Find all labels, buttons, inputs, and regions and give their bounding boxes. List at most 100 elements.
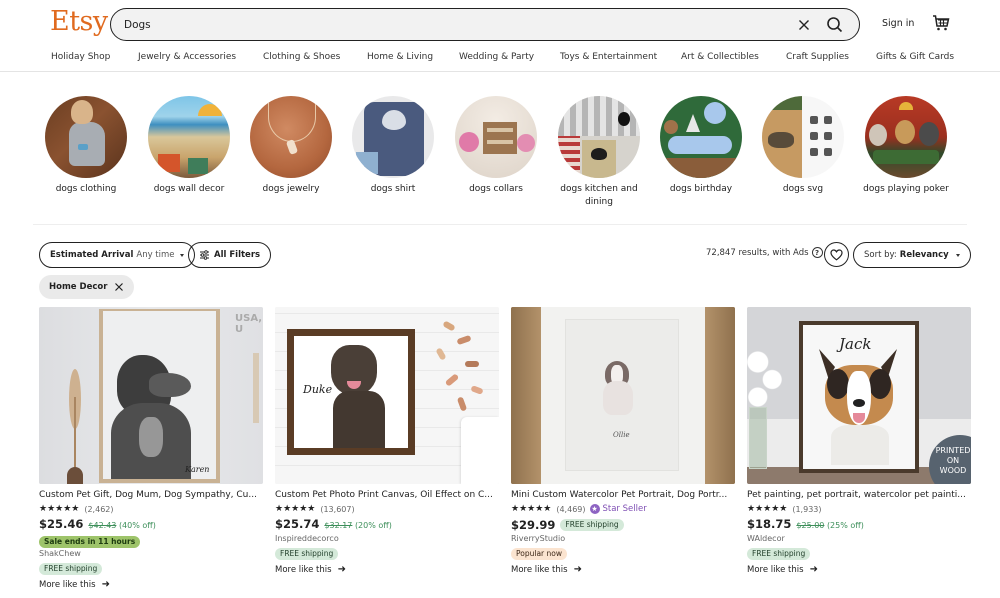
- more-like-this-link[interactable]: More like this ➜: [511, 564, 735, 575]
- search-bar: [110, 8, 860, 41]
- sign-in-link[interactable]: Sign in: [882, 18, 914, 29]
- shop-name[interactable]: ShakChew: [39, 549, 263, 560]
- original-price-discount: $32.17 (20% off): [324, 521, 392, 530]
- nav-jewelry-accessories[interactable]: Jewelry & Accessories: [138, 52, 236, 62]
- category-dogs-collars[interactable]: dogs collars: [444, 96, 548, 196]
- product-card[interactable]: Jack PRINTED ON WOOD Pet painting, pet p…: [747, 307, 971, 575]
- nav-home-living[interactable]: Home & Living: [367, 52, 433, 62]
- product-rating: ★★★★★ (2,462): [39, 503, 263, 515]
- nav-toys-entertainment[interactable]: Toys & Entertainment: [560, 52, 657, 62]
- product-rating: ★★★★★ (4,469) ★ Star Seller: [511, 503, 735, 515]
- cart-icon[interactable]: [932, 14, 950, 32]
- all-filters-label: All Filters: [214, 250, 261, 260]
- category-label: dogs jewelry: [262, 184, 320, 194]
- more-like-this-link[interactable]: More like this ➜: [747, 564, 971, 575]
- product-card[interactable]: Ollie Mini Custom Watercolor Pet Portrai…: [511, 307, 735, 575]
- category-dogs-shirt[interactable]: dogs shirt: [341, 96, 445, 196]
- popular-now-badge: Popular now: [511, 547, 567, 560]
- category-label: dogs kitchen and dining: [560, 184, 638, 207]
- category-label: dogs collars: [469, 184, 523, 194]
- search-icon[interactable]: [824, 14, 846, 36]
- category-image: [250, 96, 332, 178]
- star-seller-badge: ★ Star Seller: [589, 504, 647, 514]
- category-label: dogs wall decor: [153, 184, 225, 194]
- product-card[interactable]: Duke Custom Pet Photo Print Canvas, Oil …: [275, 307, 499, 575]
- free-shipping-badge: FREE shipping: [560, 519, 624, 531]
- active-filter-chip[interactable]: Home Decor: [39, 275, 135, 299]
- star-seller-label: Star Seller: [602, 504, 647, 514]
- price-row: $18.75 $25.00 (25% off): [747, 517, 971, 533]
- review-count: (2,462): [84, 504, 114, 514]
- category-label: dogs clothing: [55, 184, 117, 194]
- search-input[interactable]: [124, 16, 764, 34]
- product-title[interactable]: Pet painting, pet portrait, watercolor p…: [747, 489, 971, 501]
- nav-gifts-gift-cards[interactable]: Gifts & Gift Cards: [876, 52, 954, 62]
- product-title[interactable]: Custom Pet Gift, Dog Mum, Dog Sympathy, …: [39, 489, 263, 501]
- etsy-logo[interactable]: Etsy: [50, 6, 108, 37]
- nav-wedding-party[interactable]: Wedding & Party: [459, 52, 534, 62]
- product-title[interactable]: Custom Pet Photo Print Canvas, Oil Effec…: [275, 489, 499, 501]
- nav-clothing-shoes[interactable]: Clothing & Shoes: [263, 52, 340, 62]
- category-dogs-svg[interactable]: dogs svg: [751, 96, 855, 196]
- site-header: Etsy Sign in Holiday Shop Jewelry & Acce…: [0, 0, 1000, 72]
- star-rating-icon: ★★★★★: [511, 504, 552, 514]
- arrow-right-icon: ➜: [101, 579, 110, 590]
- remove-filter-icon[interactable]: [114, 282, 124, 292]
- product-title[interactable]: Mini Custom Watercolor Pet Portrait, Dog…: [511, 489, 735, 501]
- price-row: $25.74 $32.17 (20% off): [275, 517, 499, 533]
- all-filters-button[interactable]: All Filters: [188, 242, 272, 268]
- arrival-value: Any time: [136, 250, 175, 260]
- price-row: $25.46 $42.43 (40% off): [39, 517, 263, 533]
- star-rating-icon: ★★★★★: [39, 504, 80, 514]
- free-shipping-badge: FREE shipping: [39, 562, 103, 575]
- category-label: dogs playing poker: [863, 184, 949, 194]
- heart-icon: [830, 248, 843, 261]
- product-image[interactable]: Jack PRINTED ON WOOD: [747, 307, 971, 484]
- caret-down-icon: [179, 253, 184, 257]
- sort-dropdown[interactable]: Sort by: Relevancy: [853, 242, 971, 268]
- discount-percent: (20% off): [354, 521, 392, 530]
- product-price: $18.75: [747, 517, 792, 531]
- help-icon[interactable]: ?: [811, 247, 823, 258]
- close-icon[interactable]: [795, 16, 813, 34]
- product-image[interactable]: Karen USA, U: [39, 307, 263, 484]
- category-dogs-birthday[interactable]: dogs birthday: [649, 96, 753, 196]
- product-image[interactable]: Duke: [275, 307, 499, 484]
- nav-art-collectibles[interactable]: Art & Collectibles: [681, 52, 759, 62]
- more-like-this-label: More like this: [747, 564, 804, 575]
- category-image: [148, 96, 230, 178]
- discount-percent: (40% off): [118, 521, 156, 530]
- category-dogs-jewelry[interactable]: dogs jewelry: [239, 96, 343, 196]
- arrival-label: Estimated Arrival: [50, 250, 134, 260]
- original-price: $42.43: [88, 521, 117, 530]
- shop-name[interactable]: RiverryStudio: [511, 534, 735, 545]
- more-like-this-link[interactable]: More like this ➜: [275, 564, 499, 575]
- arrow-right-icon: ➜: [337, 564, 346, 575]
- more-like-this-link[interactable]: More like this ➜: [39, 579, 263, 590]
- review-count: (1,933): [792, 504, 822, 514]
- review-count: (4,469): [556, 504, 586, 514]
- estimated-arrival-dropdown[interactable]: Estimated Arrival Any time: [39, 242, 195, 268]
- product-price: $25.74: [275, 517, 320, 531]
- favorite-search-button[interactable]: [824, 242, 849, 267]
- product-card[interactable]: Karen USA, U Custom Pet Gift, Dog Mum, D…: [39, 307, 263, 590]
- sort-prefix: Sort by:: [864, 250, 897, 260]
- shop-name[interactable]: WAldecor: [747, 534, 971, 545]
- star-rating-icon: ★★★★★: [747, 504, 788, 514]
- more-like-this-label: More like this: [39, 579, 96, 590]
- category-dogs-playing-poker[interactable]: dogs playing poker: [854, 96, 958, 196]
- product-image[interactable]: Ollie: [511, 307, 735, 484]
- caret-down-icon: [955, 253, 960, 257]
- more-like-this-label: More like this: [275, 564, 332, 575]
- nav-craft-supplies[interactable]: Craft Supplies: [786, 52, 849, 62]
- shop-name[interactable]: Inspireddecorco: [275, 534, 499, 545]
- category-dogs-kitchen-dining[interactable]: dogs kitchen and dining: [547, 96, 651, 209]
- portrait-name: Ollie: [613, 431, 630, 439]
- category-label: dogs birthday: [669, 184, 733, 194]
- nav-holiday-shop[interactable]: Holiday Shop: [51, 52, 110, 62]
- category-label: dogs svg: [782, 184, 824, 194]
- category-image: [762, 96, 844, 178]
- category-dogs-clothing[interactable]: dogs clothing: [34, 96, 138, 196]
- chip-label: Home Decor: [49, 282, 108, 292]
- category-dogs-wall-decor[interactable]: dogs wall decor: [137, 96, 241, 196]
